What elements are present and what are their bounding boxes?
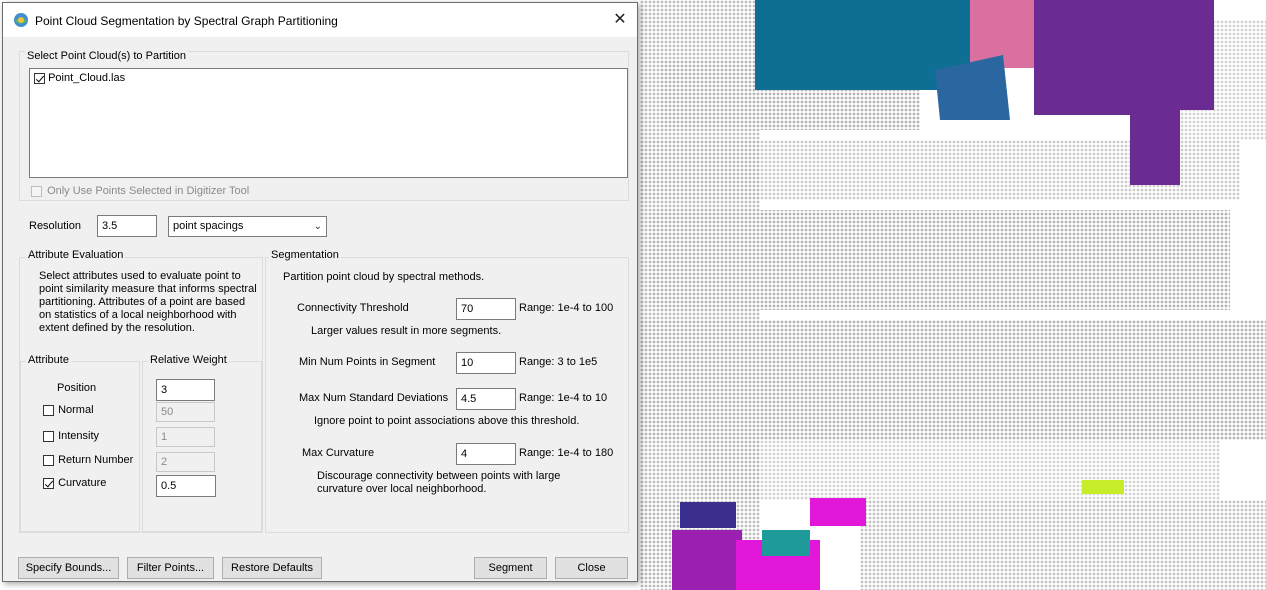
select-group-label: Select Point Cloud(s) to Partition: [25, 50, 188, 62]
resolution-label: Resolution: [29, 220, 81, 232]
min-points-input[interactable]: 10: [456, 352, 516, 374]
resolution-input[interactable]: 3.5: [97, 215, 157, 237]
dialog-client: Select Point Cloud(s) to Partition Point…: [3, 37, 637, 581]
segment-magenta-small: [810, 498, 866, 526]
filter-points-button[interactable]: Filter Points...: [127, 557, 214, 579]
segmentation-label: Segmentation: [269, 249, 341, 261]
intensity-checkbox[interactable]: [43, 430, 54, 442]
connectivity-input[interactable]: 70: [456, 298, 516, 320]
point-cloud-name: Point_Cloud.las: [48, 72, 126, 85]
weight-header: Relative Weight: [148, 354, 229, 366]
max-std-label: Max Num Standard Deviations: [299, 392, 449, 404]
resolution-unit-value: point spacings: [173, 220, 244, 232]
intensity-weight-input[interactable]: 1: [156, 427, 215, 447]
attribute-return-number-row[interactable]: Return Number: [43, 454, 133, 466]
attribute-eval-label: Attribute Evaluation: [26, 249, 126, 261]
max-curvature-label: Max Curvature: [302, 447, 375, 459]
curvature-weight-input[interactable]: 0.5: [156, 475, 216, 497]
connectivity-hint: Larger values result in more segments.: [311, 325, 502, 337]
attribute-return-number-label: Return Number: [58, 454, 134, 467]
close-window-icon[interactable]: ✕: [609, 9, 631, 31]
specify-bounds-button[interactable]: Specify Bounds...: [18, 557, 119, 579]
attribute-position-label: Position: [57, 382, 97, 394]
app-icon: [14, 13, 28, 27]
max-std-hint: Ignore point to point associations above…: [314, 415, 580, 427]
max-std-range: Range: 1e-4 to 10: [519, 392, 608, 404]
segment-purple-lower: [672, 530, 742, 590]
normal-checkbox[interactable]: [43, 404, 54, 416]
attribute-eval-description: Select attributes used to evaluate point…: [39, 270, 257, 334]
segmentation-description: Partition point cloud by spectral method…: [283, 271, 485, 283]
chevron-down-icon: ⌄: [313, 221, 322, 232]
segmentation-dialog: Point Cloud Segmentation by Spectral Gra…: [2, 2, 638, 582]
list-item[interactable]: Point_Cloud.las: [34, 72, 125, 84]
segment-teal-small: [762, 530, 810, 556]
max-std-input[interactable]: 4.5: [456, 388, 516, 410]
attribute-normal-label: Normal: [58, 404, 94, 417]
min-points-label: Min Num Points in Segment: [299, 356, 436, 368]
only-selected-label: Only Use Points Selected in Digitizer To…: [47, 185, 250, 198]
resolution-unit-select[interactable]: point spacings ⌄: [168, 216, 327, 237]
restore-defaults-button[interactable]: Restore Defaults: [222, 557, 322, 579]
point-cloud-list[interactable]: Point_Cloud.las: [29, 68, 628, 178]
only-selected-checkbox[interactable]: [31, 185, 42, 197]
max-curvature-hint: Discourage connectivity between points w…: [317, 470, 561, 495]
segment-navy-small: [680, 502, 736, 528]
close-button[interactable]: Close: [555, 557, 628, 579]
only-selected-option: Only Use Points Selected in Digitizer To…: [31, 185, 249, 197]
max-curvature-input[interactable]: 4: [456, 443, 516, 465]
point-cloud-checkbox[interactable]: [34, 72, 45, 84]
title-bar[interactable]: Point Cloud Segmentation by Spectral Gra…: [3, 3, 637, 37]
normal-weight-input[interactable]: 50: [156, 402, 215, 422]
connectivity-range: Range: 1e-4 to 100: [519, 302, 614, 314]
attribute-curvature-row[interactable]: Curvature: [43, 477, 106, 489]
position-weight-input[interactable]: 3: [156, 379, 215, 401]
connectivity-label: Connectivity Threshold: [297, 302, 409, 314]
return-number-weight-input[interactable]: 2: [156, 452, 215, 472]
dialog-title: Point Cloud Segmentation by Spectral Gra…: [35, 14, 338, 28]
segment-lime-small: [1082, 480, 1124, 494]
segment-button[interactable]: Segment: [474, 557, 547, 579]
return-number-checkbox[interactable]: [43, 454, 54, 466]
attribute-curvature-label: Curvature: [58, 477, 107, 490]
max-curvature-range: Range: 1e-4 to 180: [519, 447, 614, 459]
attribute-intensity-row[interactable]: Intensity: [43, 430, 99, 442]
attribute-normal-row[interactable]: Normal: [43, 404, 94, 416]
curvature-checkbox[interactable]: [43, 477, 54, 489]
attribute-header: Attribute: [26, 354, 71, 366]
attribute-intensity-label: Intensity: [58, 430, 100, 443]
min-points-range: Range: 3 to 1e5: [519, 356, 598, 368]
